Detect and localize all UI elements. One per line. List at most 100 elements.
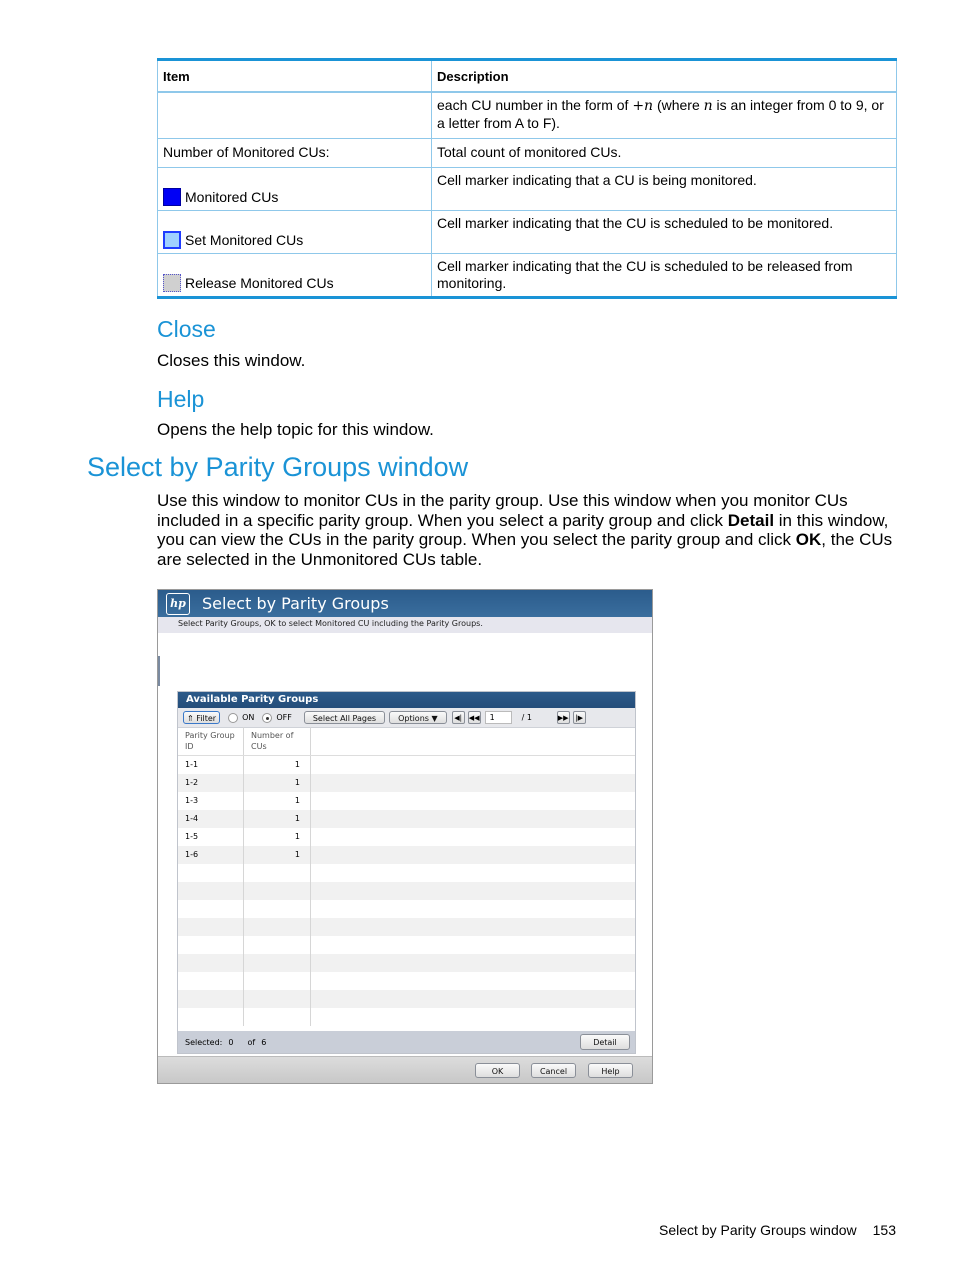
number-of-cus-cell <box>244 972 311 990</box>
table-row[interactable]: 1-3 1 <box>178 792 635 810</box>
parity-group-id-cell <box>178 936 244 954</box>
item-label: Release Monitored CUs <box>185 274 334 291</box>
grid-header: Parity Group ID Number of CUs <box>178 727 635 756</box>
parity-group-id-cell <box>178 972 244 990</box>
page-number: 153 <box>872 1222 896 1238</box>
para-bold-ok: OK <box>795 530 822 549</box>
first-page-icon: ◀| <box>454 713 463 722</box>
previous-page-icon: ◀◀ <box>468 713 480 722</box>
section-title: Select by Parity Groups window <box>87 452 469 482</box>
next-page-icon: ▶▶ <box>557 713 569 722</box>
window-instruction: Select Parity Groups, OK to select Monit… <box>158 617 652 633</box>
set-monitored-marker-icon <box>163 230 181 249</box>
filter-off-radio[interactable] <box>262 712 273 723</box>
number-of-cus-cell: 1 <box>244 810 311 828</box>
help-button[interactable]: Help <box>588 1063 633 1078</box>
item-cell: Monitored CUs <box>157 166 432 211</box>
empty-row <box>178 990 635 1008</box>
number-of-cus-cell <box>244 864 311 882</box>
ok-button[interactable]: OK <box>475 1063 520 1078</box>
filter-button[interactable]: ⇑ Filter <box>183 711 221 724</box>
table-row: Monitored CUs Cell marker indicating tha… <box>157 166 897 211</box>
selected-count: 0 <box>228 1037 234 1047</box>
parity-group-id-cell <box>178 1008 244 1026</box>
number-of-cus-cell: 1 <box>244 792 311 810</box>
empty-row <box>178 936 635 954</box>
item-cell: Set Monitored CUs <box>157 209 432 254</box>
select-all-pages-button[interactable]: Select All Pages <box>303 711 386 724</box>
column-header-parity-group-id[interactable]: Parity Group ID <box>178 727 244 755</box>
number-of-cus-cell: 1 <box>244 846 311 864</box>
header-description: Description <box>431 59 897 93</box>
of-label: of <box>247 1037 256 1047</box>
window-title: Select by Parity Groups <box>202 594 389 613</box>
desc-text: each CU number in the form of <box>437 97 633 113</box>
filter-on-label: ON <box>242 713 255 722</box>
parity-group-id-cell <box>178 918 244 936</box>
close-heading: Close <box>157 316 216 342</box>
number-of-cus-cell <box>244 882 311 900</box>
description-cell: Cell marker indicating that the CU is sc… <box>431 252 897 298</box>
number-of-cus-cell <box>244 900 311 918</box>
column-header-number-of-cus[interactable]: Number of CUs <box>244 727 311 755</box>
item-cell: Number of Monitored CUs: <box>157 137 432 168</box>
header-item: Item <box>157 59 432 93</box>
empty-cell <box>311 756 635 774</box>
empty-row <box>178 1008 635 1026</box>
item-label: Set Monitored CUs <box>185 231 304 248</box>
item-cell: Release Monitored CUs <box>157 252 432 298</box>
empty-cell <box>311 936 635 954</box>
parity-group-id-cell <box>178 864 244 882</box>
last-page-button[interactable]: |▶ <box>572 711 586 724</box>
first-page-button[interactable]: ◀| <box>451 711 465 724</box>
empty-cell <box>311 1008 635 1026</box>
total-count: 6 <box>261 1037 267 1047</box>
table-row: Set Monitored CUs Cell marker indicating… <box>157 209 897 254</box>
empty-cell <box>311 972 635 990</box>
parity-groups-grid: Parity Group ID Number of CUs 1-1 1 1-2 1 1-… <box>178 727 635 1032</box>
selected-label: Selected: <box>185 1037 223 1047</box>
page-number-input[interactable]: 1 <box>484 711 512 724</box>
parity-group-id-cell <box>178 900 244 918</box>
help-heading: Help <box>157 386 205 412</box>
parity-group-id-cell <box>178 882 244 900</box>
para-bold-detail: Detail <box>727 510 775 530</box>
number-of-cus-cell <box>244 954 311 972</box>
description-cell: Total count of monitored CUs. <box>431 137 897 168</box>
filter-on-radio[interactable] <box>228 712 239 723</box>
empty-row <box>178 918 635 936</box>
number-of-cus-cell: 1 <box>244 774 311 792</box>
panel-title: Available Parity Groups <box>178 692 635 708</box>
parity-group-id-cell <box>178 990 244 1008</box>
selection-footer: Selected: 0 of 6 Detail <box>178 1031 635 1053</box>
number-of-cus-cell <box>244 1008 311 1026</box>
table-row[interactable]: 1-4 1 <box>178 810 635 828</box>
desc-var: n <box>703 98 713 114</box>
parity-group-id-cell: 1-4 <box>178 810 244 828</box>
cancel-button[interactable]: Cancel <box>531 1063 576 1078</box>
table-row[interactable]: 1-6 1 <box>178 846 635 864</box>
next-page-button[interactable]: ▶▶ <box>556 711 570 724</box>
parity-group-id-cell: 1-2 <box>178 774 244 792</box>
window-title-bar: hp Select by Parity Groups <box>158 590 652 617</box>
empty-row <box>178 900 635 918</box>
empty-row <box>178 864 635 882</box>
empty-cell <box>311 828 635 846</box>
detail-button[interactable]: Detail <box>580 1034 630 1050</box>
release-monitored-marker-icon <box>163 273 181 292</box>
number-of-cus-cell <box>244 936 311 954</box>
options-label: Options <box>398 714 429 723</box>
chevron-up-double-icon: ⇑ <box>187 714 194 723</box>
page-total: / 1 <box>521 713 532 722</box>
empty-cell <box>311 954 635 972</box>
left-edge-divider <box>158 656 160 686</box>
table-row[interactable]: 1-5 1 <box>178 828 635 846</box>
previous-page-button[interactable]: ◀◀ <box>467 711 481 724</box>
options-button[interactable]: Options ▼ <box>389 711 447 724</box>
table-row[interactable]: 1-1 1 <box>178 756 635 774</box>
help-description: Opens the help topic for this window. <box>157 420 434 439</box>
close-description: Closes this window. <box>157 351 306 370</box>
table-row[interactable]: 1-2 1 <box>178 774 635 792</box>
column-header-empty <box>311 727 635 755</box>
description-cell: Cell marker indicating that a CU is bein… <box>431 166 897 211</box>
